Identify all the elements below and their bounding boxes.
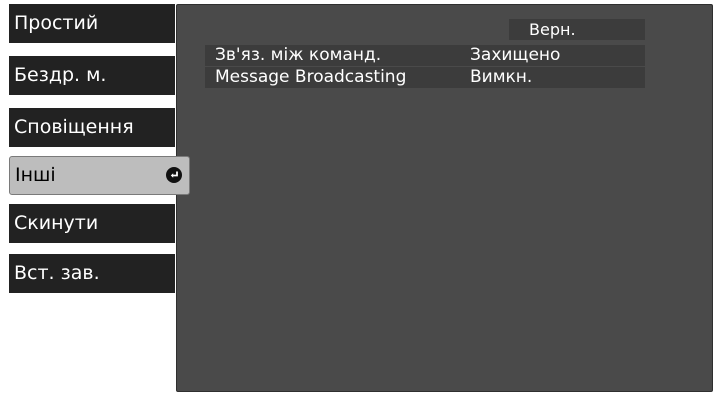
sidebar-item-label: Вст. зав. — [14, 262, 100, 284]
sidebar-item-simple[interactable]: Простий — [9, 4, 175, 43]
sidebar-item-label: Бездр. м. — [14, 64, 107, 86]
sidebar-item-label: Сповіщення — [14, 116, 134, 138]
sidebar-item-install[interactable]: Вст. зав. — [9, 254, 175, 293]
settings-panel: Верн. Зв'яз. між команд. Захищено Messag… — [176, 4, 713, 392]
sidebar-item-other[interactable]: Інші — [9, 156, 190, 195]
sidebar-item-reset[interactable]: Скинути — [9, 204, 175, 243]
setting-label: Message Broadcasting — [215, 67, 407, 87]
enter-icon — [166, 167, 182, 183]
setting-row-message-broadcasting[interactable]: Message Broadcasting Вимкн. — [205, 67, 645, 88]
setting-value: Вимкн. — [470, 67, 533, 87]
sidebar-item-wireless[interactable]: Бездр. м. — [9, 56, 175, 95]
sidebar-item-label: Простий — [14, 12, 99, 34]
sidebar-item-label: Скинути — [14, 212, 99, 234]
back-button[interactable]: Верн. — [509, 19, 645, 40]
setting-value: Захищено — [470, 45, 561, 65]
sidebar-item-label: Інші — [15, 164, 56, 186]
sidebar-item-notifications[interactable]: Сповіщення — [9, 108, 175, 147]
setting-row-command-communication[interactable]: Зв'яз. між команд. Захищено — [205, 45, 645, 66]
setting-label: Зв'яз. між команд. — [215, 45, 382, 65]
